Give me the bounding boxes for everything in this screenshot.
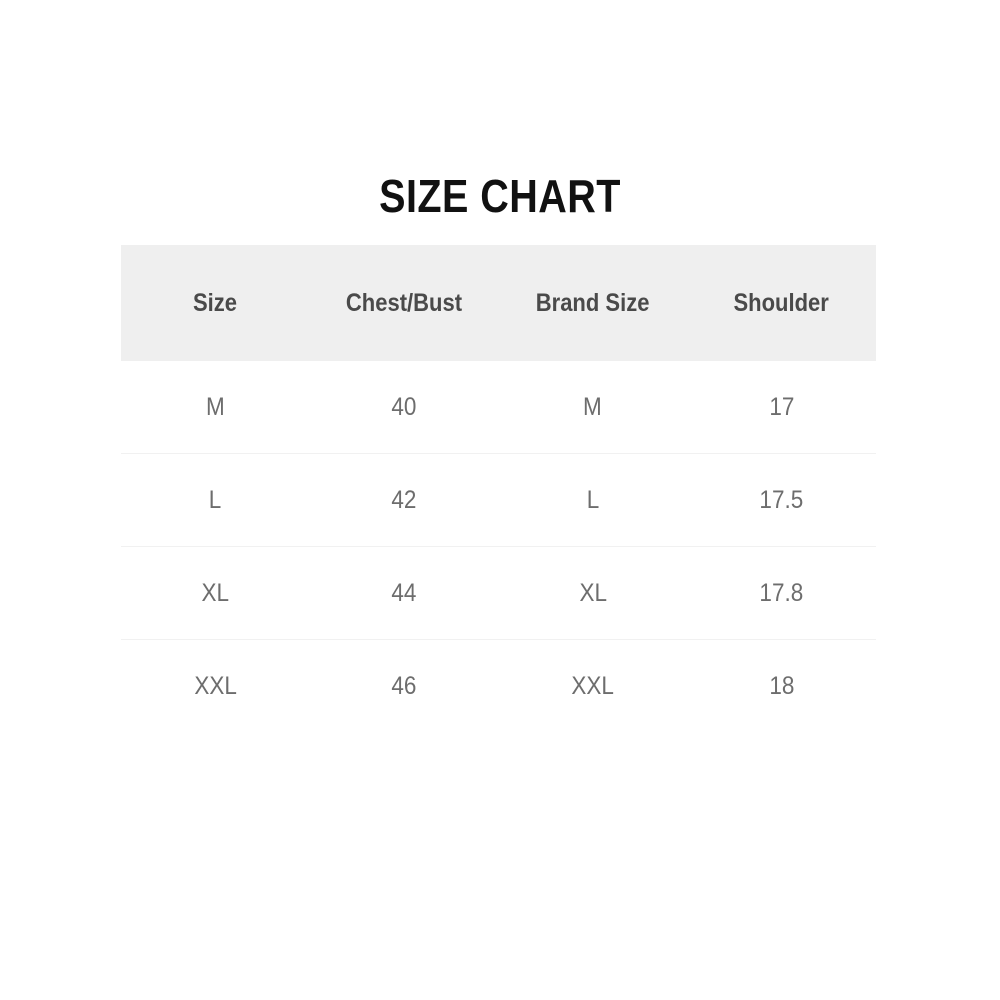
table-row: L 42 L 17.5 (121, 453, 876, 547)
cell-shoulder-value: 17 (769, 392, 795, 421)
table-body: M 40 M 17 L 42 L 17.5 XL 44 XL 17.8 XXL … (121, 361, 876, 732)
cell-size: L (121, 453, 310, 547)
table-row: XXL 46 XXL 18 (121, 639, 876, 732)
column-header-size: Size (121, 245, 310, 361)
cell-chest-bust-value: 46 (391, 671, 417, 700)
cell-chest-bust: 46 (309, 639, 499, 732)
column-header-shoulder-label: Shoulder (733, 288, 830, 317)
cell-shoulder-value: 18 (769, 671, 795, 700)
cell-brand-size-value: M (583, 392, 603, 421)
column-header-chest-bust: Chest/Bust (310, 245, 499, 361)
table-row: M 40 M 17 (121, 361, 876, 454)
column-header-chest-bust-label: Chest/Bust (346, 288, 463, 317)
cell-shoulder: 17.5 (687, 453, 876, 547)
cell-size: XL (121, 546, 310, 640)
size-chart-table: Size Chest/Bust Brand Size Shoulder M 40… (121, 245, 876, 732)
cell-shoulder: 18 (687, 639, 876, 732)
cell-size: XXL (121, 639, 310, 732)
cell-size-value: L (209, 485, 222, 514)
cell-size-value: XL (201, 578, 230, 607)
cell-chest-bust: 40 (310, 361, 499, 454)
cell-chest-bust-value: 44 (391, 578, 417, 607)
cell-size-value: M (205, 392, 225, 421)
cell-size: M (121, 361, 310, 454)
table-row: XL 44 XL 17.8 (121, 546, 876, 640)
column-header-brand-size-label: Brand Size (536, 288, 650, 317)
column-header-shoulder: Shoulder (687, 245, 876, 361)
cell-chest-bust: 44 (309, 546, 499, 640)
cell-brand-size: L (498, 453, 688, 547)
cell-shoulder: 17 (687, 361, 876, 454)
cell-shoulder-value: 17.5 (759, 485, 804, 514)
cell-chest-bust: 42 (309, 453, 499, 547)
cell-brand-size-value: XL (579, 578, 607, 607)
table-header: Size Chest/Bust Brand Size Shoulder (121, 245, 876, 361)
page-title: SIZE CHART (379, 170, 621, 222)
column-header-size-label: Size (193, 288, 238, 317)
table-header-row: Size Chest/Bust Brand Size Shoulder (121, 245, 876, 361)
cell-shoulder-value: 17.8 (759, 578, 804, 607)
cell-chest-bust-value: 42 (391, 485, 417, 514)
cell-brand-size-value: L (586, 485, 600, 514)
cell-brand-size: XL (498, 546, 688, 640)
column-header-brand-size: Brand Size (499, 245, 688, 361)
cell-brand-size: XXL (498, 639, 688, 732)
cell-brand-size-value: XXL (571, 671, 615, 700)
cell-shoulder: 17.8 (687, 546, 876, 640)
cell-size-value: XXL (194, 671, 237, 700)
size-chart-page: SIZE CHART Size Chest/Bust Brand Size Sh… (0, 0, 1000, 1000)
cell-brand-size: M (499, 361, 688, 454)
cell-chest-bust-value: 40 (391, 392, 417, 421)
